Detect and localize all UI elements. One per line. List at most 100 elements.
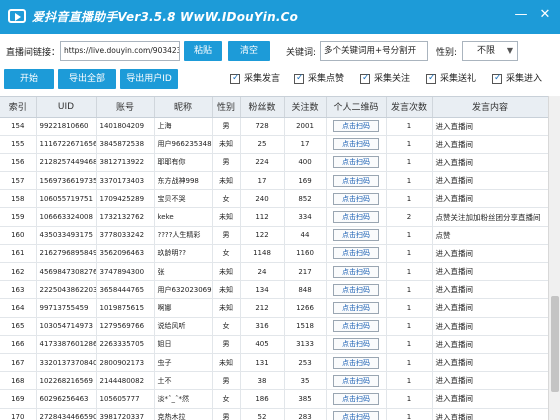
collect-enter-checkbox[interactable]: 采集进入 (492, 72, 542, 85)
table-row[interactable]: 160 435033493175 3778033242 ????人生精彩男 122 44 点… (0, 226, 548, 245)
table-row[interactable]: 163 2225043862203 3658444765 用户632023069 未知 1… (0, 280, 548, 300)
column-header[interactable]: 个人二维码 (326, 97, 387, 118)
table-row[interactable]: 164 99713755459 1019875615 啊娜 未知 212 1266 点击扫码 1… (0, 298, 548, 318)
scan-qr-button[interactable]: 点击扫码 (333, 120, 379, 133)
collect-follow-checkbox[interactable]: 采集关注 (360, 72, 410, 85)
scan-qr-button[interactable]: 点击扫码 (333, 338, 379, 351)
gender-select[interactable]: 不限 ▼ (462, 41, 518, 61)
table-row[interactable]: 156 2128257449468 3812713922 耶耶有你男 224 400 点击扫… (0, 153, 548, 173)
speech-count-cell: 1 (386, 244, 433, 264)
column-header[interactable]: 索引 (0, 97, 37, 118)
speech-count-cell: 1 (386, 389, 433, 409)
qr-code-cell: 点击扫码 (326, 389, 387, 409)
nickname-cell: 上海 (154, 117, 213, 136)
table-row[interactable]: 157 1569736619735 3370173403 东方战神998 未知 17 169… (0, 171, 548, 191)
room-link-input[interactable]: https://live.douyin.com/90342324 (60, 41, 180, 61)
speech-content-cell: 进入直播间 (432, 280, 548, 300)
nickname-cell: ????人生精彩 (154, 226, 213, 245)
scan-qr-button[interactable]: 点击扫码 (333, 156, 379, 169)
column-header[interactable]: UID (36, 97, 97, 118)
uid-cell: 103054714973 (36, 317, 97, 336)
scan-qr-button[interactable]: 点击扫码 (333, 138, 379, 151)
account-cell: 2800902173 (96, 353, 155, 373)
table-row[interactable]: 165 103054714973 1279569766 说给风听女 316 1518 点击扫… (0, 317, 548, 336)
gender-cell: 男 (212, 226, 241, 245)
account-cell: 3747894300 (96, 262, 155, 282)
nickname-cell: 姐日 (154, 335, 213, 354)
column-header[interactable]: 关注数 (284, 97, 327, 118)
speech-content-cell: 点赞 (432, 226, 548, 245)
account-cell: 105605777 (96, 389, 155, 409)
gender-label: 性别: (436, 48, 458, 58)
gender-cell: 男 (212, 117, 241, 136)
column-header[interactable]: 昵称 (154, 97, 213, 118)
table-row[interactable]: 168 102268216569 2144480082 土不男 38 35 点击扫码 1 进入直… (0, 371, 548, 391)
gender-cell: 未知 (212, 171, 241, 191)
export-all-button[interactable]: 导出全部 (58, 69, 116, 89)
speech-count-cell: 2 (386, 207, 433, 227)
scrollbar-thumb[interactable] (551, 296, 559, 392)
scan-qr-button[interactable]: 点击扫码 (333, 392, 379, 405)
collect-speech-checkbox[interactable]: 采集发言 (230, 72, 280, 85)
table-row[interactable]: 162 4569847308276 3747894300 张未知 24 217 点击扫码 1 进… (0, 262, 548, 282)
table-header-row: 索引 UID 账号 昵称 性别 粉丝数 关注数 个人二维码 发言次数 发言内容 (0, 97, 548, 118)
nickname-cell: 淡*ˆ_ˆ*然 (154, 389, 213, 409)
nickname-cell: 张 (154, 262, 213, 282)
column-header[interactable]: 发言内容 (432, 97, 548, 118)
scan-qr-button[interactable]: 点击扫码 (333, 411, 379, 420)
gender-cell: 女 (212, 244, 241, 264)
scan-qr-button[interactable]: 点击扫码 (333, 247, 379, 260)
table-row[interactable]: 161 2162796895849 3562096463 玖龄明?? 女 1148 1160… (0, 244, 548, 264)
nickname-cell: 说给风听 (154, 317, 213, 336)
column-header[interactable]: 发言次数 (386, 97, 433, 118)
scan-qr-button[interactable]: 点击扫码 (333, 301, 379, 314)
nickname-cell: keke (154, 207, 213, 227)
table-row[interactable]: 169 60296256463 105605777 淡*ˆ_ˆ*然女 186 385 点击扫… (0, 389, 548, 409)
scan-qr-button[interactable]: 点击扫码 (333, 229, 379, 242)
follow-count-cell: 400 (284, 153, 327, 173)
table-row[interactable]: 159 106663324008 1732132762 keke 未知 112 334 点击扫… (0, 207, 548, 227)
gender-cell: 男 (212, 408, 241, 420)
table-row[interactable]: 155 1116722671656 3845872538 用户966235348 未知 2… (0, 135, 548, 154)
nickname-cell: 玖龄明?? (154, 244, 213, 264)
start-button[interactable]: 开始 (4, 69, 54, 89)
column-header[interactable]: 粉丝数 (240, 97, 285, 118)
table-row[interactable]: 154 99221810660 1401804209 上海男 728 2001 点击扫码 1 进… (0, 117, 548, 136)
scan-qr-button[interactable]: 点击扫码 (333, 265, 379, 278)
column-header[interactable]: 性别 (212, 97, 241, 118)
uid-cell: 106055719751 (36, 189, 97, 209)
fans-count-cell: 212 (240, 298, 285, 318)
table-row[interactable]: 166 4173387601286 2263335705 姐日男 405 3133 点击扫码… (0, 335, 548, 354)
fans-count-cell: 316 (240, 317, 285, 336)
speech-content-cell: 进入直播间 (432, 389, 548, 409)
keyword-input[interactable]: 多个关键词用+号分割开 (320, 41, 428, 61)
collect-like-checkbox[interactable]: 采集点赞 (294, 72, 344, 85)
export-uid-button[interactable]: 导出用户ID (120, 69, 178, 89)
qr-code-cell: 点击扫码 (326, 226, 387, 245)
clear-button[interactable]: 清空 (228, 41, 270, 61)
table-row[interactable]: 167 3320137370840 2800902173 虫子 未知 131 253 点击扫码… (0, 353, 548, 373)
nickname-cell: 宝贝不哭 (154, 189, 213, 209)
scan-qr-button[interactable]: 点击扫码 (333, 283, 379, 296)
speech-content-cell: 进入直播间 (432, 189, 548, 209)
speech-count-cell: 1 (386, 189, 433, 209)
scan-qr-button[interactable]: 点击扫码 (333, 356, 379, 369)
scan-qr-button[interactable]: 点击扫码 (333, 211, 379, 224)
vertical-scrollbar[interactable] (548, 96, 560, 420)
scan-qr-button[interactable]: 点击扫码 (333, 192, 379, 205)
collect-gift-checkbox[interactable]: 采集送礼 (426, 72, 476, 85)
fans-count-cell: 38 (240, 371, 285, 391)
data-grid[interactable]: 索引 UID 账号 昵称 性别 粉丝数 关注数 个人二维码 发言次数 发言内容 … (0, 96, 548, 420)
table-row[interactable]: 170 2728434466590 3981720337 克热木拉男 52 283 点击扫码… (0, 408, 548, 420)
table-row[interactable]: 158 106055719751 1709425289 宝贝不哭女 240 852 点击扫码… (0, 189, 548, 209)
follow-count-cell: 3133 (284, 335, 327, 354)
uid-cell: 1116722671656 (36, 135, 97, 154)
close-icon[interactable]: ✕ (536, 6, 554, 24)
row-index-cell: 164 (0, 298, 37, 318)
column-header[interactable]: 账号 (96, 97, 155, 118)
scan-qr-button[interactable]: 点击扫码 (333, 174, 379, 187)
scan-qr-button[interactable]: 点击扫码 (333, 320, 379, 333)
minimize-icon[interactable]: — (512, 6, 530, 24)
scan-qr-button[interactable]: 点击扫码 (333, 374, 379, 387)
paste-button[interactable]: 粘贴 (184, 41, 222, 61)
